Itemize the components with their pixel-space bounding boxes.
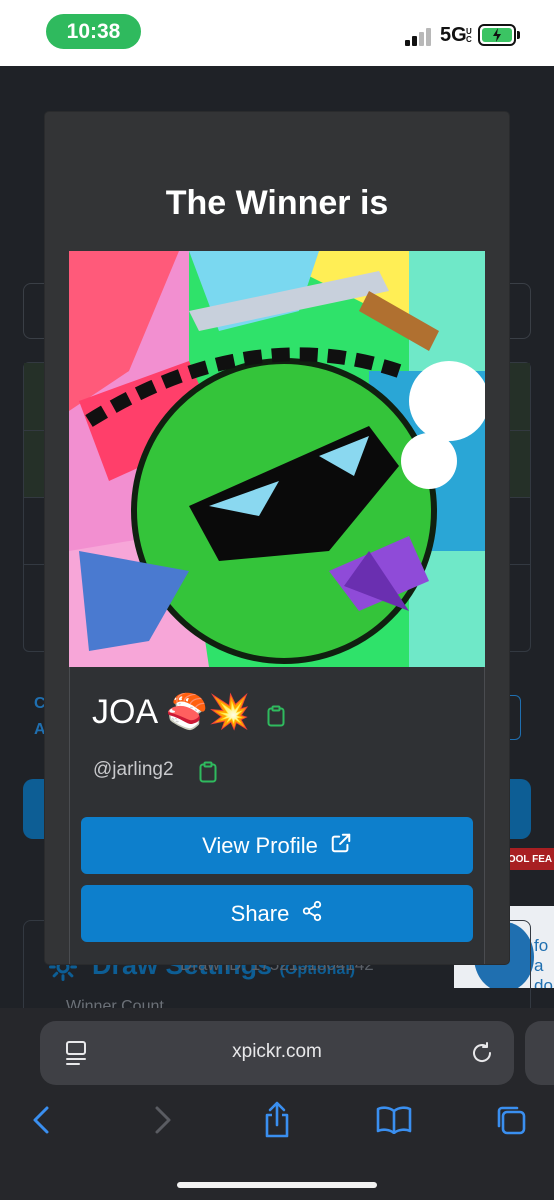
share-label: Share [230,900,290,926]
background-feature-badge: OOL FEA [506,848,554,870]
bookmarks-book-icon[interactable] [375,1104,413,1136]
copy-name-clipboard-icon[interactable] [265,704,287,728]
network-type: 5G [440,24,467,46]
home-indicator[interactable] [177,1182,377,1188]
background-link: C [34,695,46,712]
ad-text: fo a do [534,936,553,988]
network-suffix: UC [466,27,472,44]
back-chevron-icon[interactable] [28,1102,54,1138]
battery-icon [478,24,516,46]
share-button[interactable]: Share [81,885,473,942]
forward-chevron-icon[interactable] [150,1102,176,1138]
copy-handle-clipboard-icon[interactable] [197,760,219,784]
view-profile-button[interactable]: View Profile [81,817,473,874]
winner-display-name: JOA 🍣💥 [92,693,251,731]
tabs-icon[interactable] [494,1102,528,1138]
status-time: 10:38 [46,14,141,49]
share-sheet-icon[interactable] [260,1100,294,1140]
background-link: A [34,721,46,738]
cellular-signal-icon [405,26,435,46]
external-link-icon [330,832,352,860]
battery-tip [517,31,520,39]
reload-icon[interactable] [469,1039,495,1067]
status-bar: 10:38 5G UC [0,0,554,66]
winner-avatar [69,251,485,667]
share-icon [301,900,323,928]
view-profile-label: View Profile [202,832,318,858]
modal-title: The Winner is [165,184,389,222]
winner-handle: @jarling2 [93,759,174,780]
